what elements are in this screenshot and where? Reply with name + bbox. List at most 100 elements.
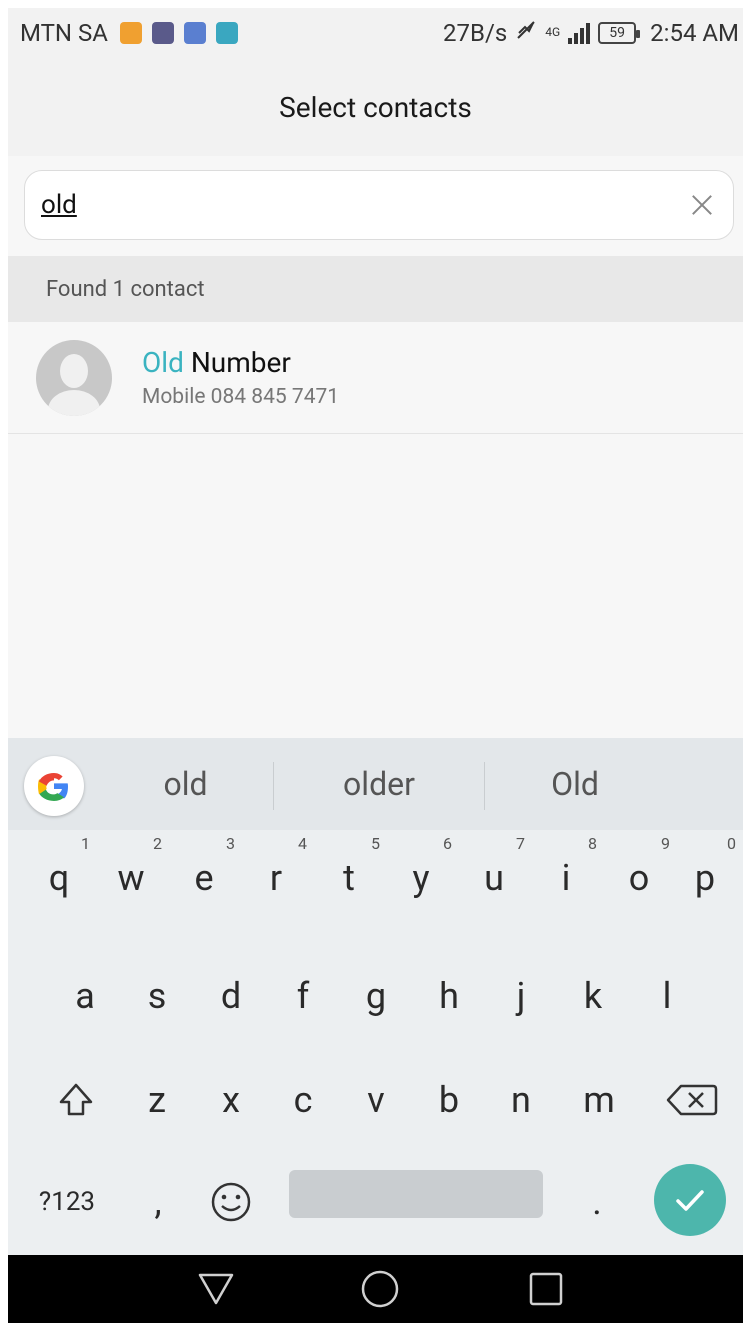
space-key[interactable]: [289, 1170, 543, 1218]
key-y[interactable]: y6: [388, 834, 454, 918]
battery-level: 59: [609, 25, 626, 41]
key-g[interactable]: g: [343, 956, 409, 1036]
home-circle-icon: [361, 1270, 399, 1308]
key-o[interactable]: o9: [606, 834, 672, 918]
enter-key[interactable]: [654, 1164, 726, 1236]
key-r[interactable]: r4: [243, 834, 309, 918]
news-notification-icon: [151, 22, 174, 44]
suggestion-bar: old older Old: [8, 738, 743, 830]
backspace-key[interactable]: [652, 1060, 732, 1140]
contact-info: Old Number Mobile 084 845 7471: [142, 346, 339, 409]
google-icon[interactable]: [24, 756, 84, 816]
shift-icon: [59, 1083, 93, 1116]
key-w[interactable]: w2: [98, 834, 164, 918]
emoji-key[interactable]: [198, 1162, 264, 1242]
period-key[interactable]: .: [564, 1162, 630, 1242]
key-s[interactable]: s: [124, 956, 190, 1036]
backspace-icon: [666, 1084, 718, 1116]
key-hint: 4: [298, 834, 307, 853]
emoji-icon: [211, 1182, 251, 1222]
key-hint: 7: [516, 834, 525, 853]
title-bar: Select contacts: [8, 58, 743, 156]
key-m[interactable]: m: [566, 1060, 632, 1140]
comma-key[interactable]: ,: [128, 1162, 188, 1242]
key-b[interactable]: b: [416, 1060, 482, 1140]
network-speed: 27B/s: [443, 19, 508, 47]
key-p[interactable]: p0: [672, 834, 738, 918]
key-t[interactable]: t5: [316, 834, 382, 918]
key-label: u: [484, 857, 504, 899]
results-header: Found 1 contact: [8, 256, 743, 322]
key-a[interactable]: a: [52, 956, 118, 1036]
search-input[interactable]: old: [24, 170, 734, 240]
key-x[interactable]: x: [198, 1060, 264, 1140]
key-c[interactable]: c: [270, 1060, 336, 1140]
key-label: q: [48, 857, 70, 899]
search-query-text: old: [41, 190, 77, 220]
key-hint: 2: [153, 834, 162, 853]
key-label: e: [194, 857, 214, 899]
screen: MTN SA 27B/s 4G 59 2:54 AM Select contac…: [8, 8, 743, 1323]
key-v[interactable]: v: [343, 1060, 409, 1140]
suggestion-3[interactable]: Old: [485, 738, 665, 830]
key-label: p: [694, 857, 716, 899]
key-k[interactable]: k: [560, 956, 626, 1036]
key-hint: 3: [226, 834, 235, 853]
key-d[interactable]: d: [198, 956, 264, 1036]
key-hint: 0: [727, 834, 736, 853]
suggestion-2[interactable]: older: [274, 738, 484, 830]
key-label: y: [412, 857, 430, 899]
key-hint: 1: [81, 834, 90, 853]
key-hint: 9: [661, 834, 670, 853]
back-triangle-icon: [198, 1273, 234, 1305]
back-button[interactable]: [196, 1269, 236, 1313]
key-z[interactable]: z: [124, 1060, 190, 1140]
key-u[interactable]: u7: [461, 834, 527, 918]
symbols-key[interactable]: ?123: [22, 1162, 112, 1242]
contact-name-match: Old: [142, 346, 184, 379]
key-hint: 8: [588, 834, 597, 853]
keyboard: old older Old q1 w2 e3 r4 t5 y6 u7 i8 o9…: [8, 738, 743, 1255]
contact-list-item[interactable]: Old Number Mobile 084 845 7471: [8, 322, 743, 434]
key-e[interactable]: e3: [171, 834, 237, 918]
mute-icon: [515, 19, 537, 47]
key-label: o: [628, 857, 650, 899]
checkmark-icon: [676, 1190, 704, 1211]
recents-square-icon: [529, 1272, 563, 1306]
navigation-bar: [8, 1255, 743, 1323]
network-type: 4G: [545, 25, 561, 39]
avatar: [36, 339, 112, 416]
status-bar: MTN SA 27B/s 4G 59 2:54 AM: [8, 8, 743, 58]
key-label: i: [561, 857, 571, 899]
key-hint: 5: [371, 834, 380, 853]
key-f[interactable]: f: [270, 956, 336, 1036]
contact-name-rest: Number: [183, 346, 291, 379]
clear-search-icon[interactable]: [687, 190, 717, 220]
page-title: Select contacts: [279, 90, 472, 124]
contact-phone: Mobile 084 845 7471: [142, 385, 340, 409]
health-notification-icon: [183, 22, 206, 44]
clock: 2:54 AM: [650, 19, 739, 47]
key-label: r: [269, 857, 283, 899]
sms-notification-icon: [119, 22, 142, 44]
recents-button[interactable]: [526, 1269, 566, 1313]
key-h[interactable]: h: [416, 956, 482, 1036]
signal-strength-icon: [568, 22, 591, 44]
gallery-notification-icon: [215, 22, 238, 44]
key-l[interactable]: l: [634, 956, 700, 1036]
carrier-label: MTN SA: [20, 19, 108, 47]
shift-key[interactable]: [36, 1060, 116, 1140]
results-count-label: Found 1 contact: [46, 276, 205, 302]
battery-icon: 59: [598, 22, 641, 44]
search-area: old: [8, 156, 743, 256]
key-label: t: [343, 857, 355, 899]
home-button[interactable]: [360, 1269, 400, 1313]
key-hint: 6: [443, 834, 452, 853]
key-n[interactable]: n: [488, 1060, 554, 1140]
key-i[interactable]: i8: [533, 834, 599, 918]
contact-name: Old Number: [142, 346, 339, 379]
suggestion-1[interactable]: old: [98, 738, 273, 830]
key-j[interactable]: j: [488, 956, 554, 1036]
key-q[interactable]: q1: [26, 834, 92, 918]
key-label: w: [117, 857, 145, 899]
